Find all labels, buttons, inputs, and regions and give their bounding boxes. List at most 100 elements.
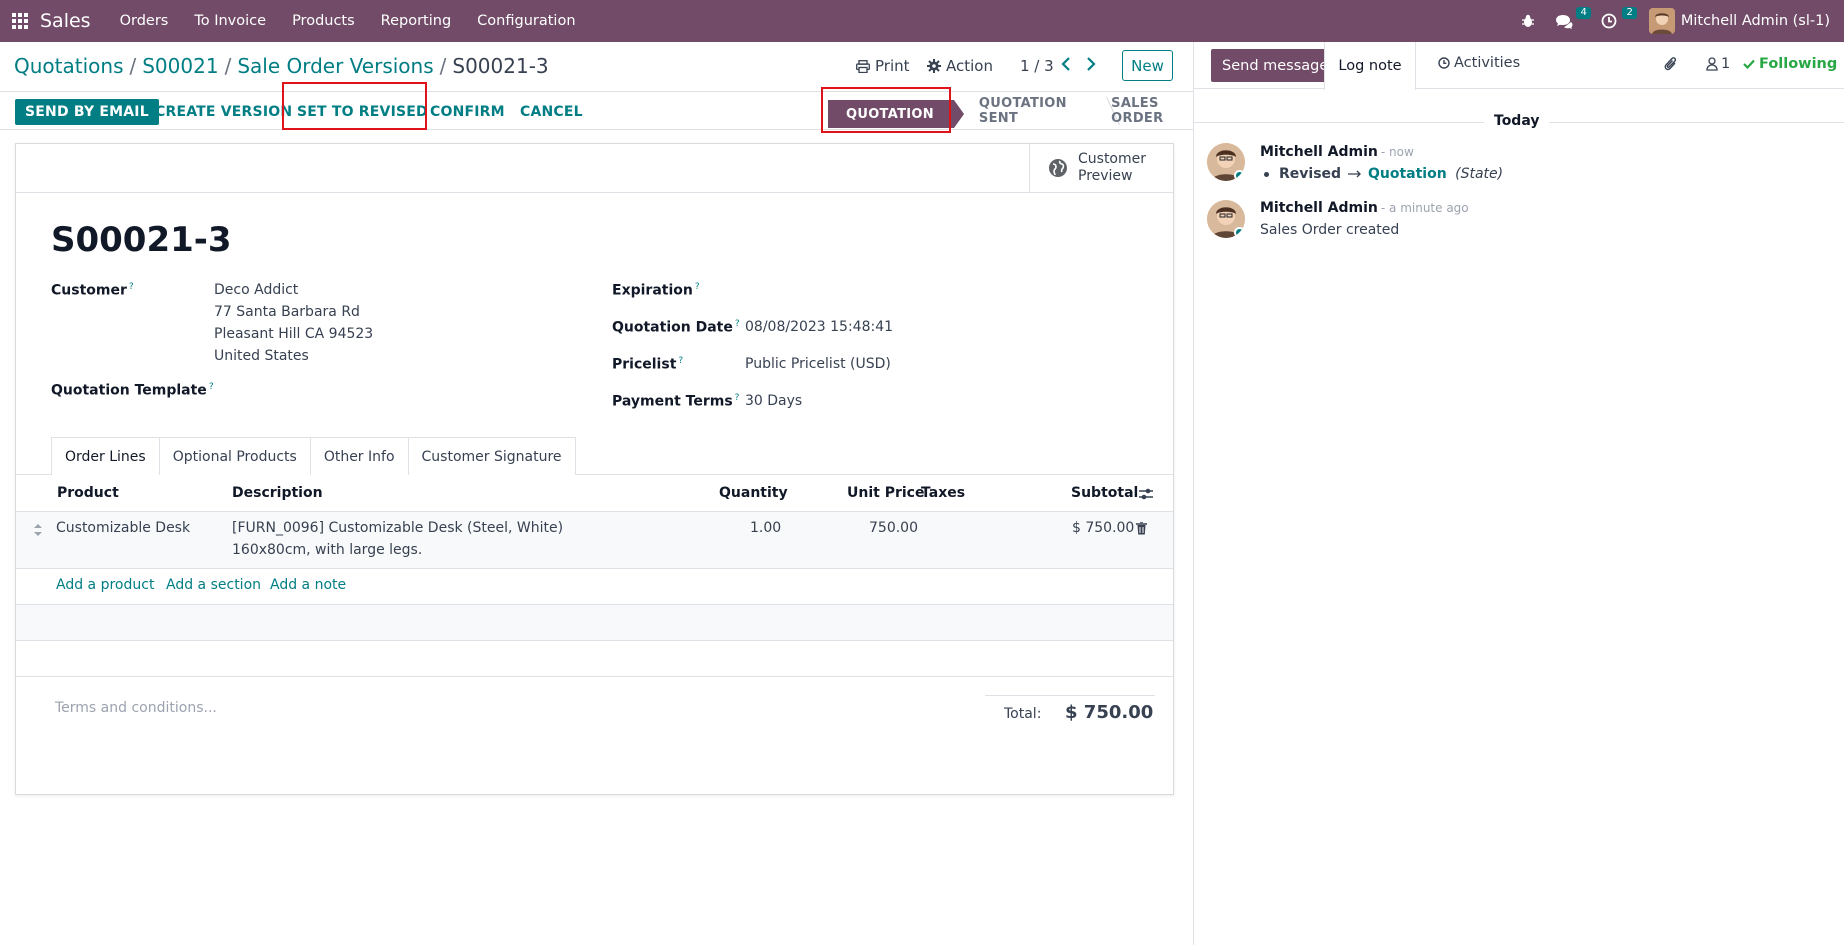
stage-sales-order[interactable]: SALES ORDER (1103, 92, 1193, 130)
help-tooltip-icon[interactable]: ? (735, 319, 740, 329)
following-button[interactable]: Following (1743, 56, 1837, 72)
today-label: Today (1484, 113, 1550, 129)
cell-description-line-1[interactable]: [FURN_0096] Customizable Desk (Steel, Wh… (232, 520, 563, 536)
log-note-button[interactable]: Log note (1324, 42, 1416, 90)
stage-divider (1092, 92, 1103, 130)
menu-configuration[interactable]: Configuration (464, 0, 588, 42)
add-product-link[interactable]: Add a product (56, 577, 154, 593)
payment-terms-field[interactable]: 30 Days (745, 390, 802, 412)
pager-previous-icon[interactable] (1061, 55, 1071, 76)
record-title: S00021-3 (51, 220, 232, 260)
debug-bug-icon[interactable] (1511, 0, 1545, 42)
column-description[interactable]: Description (232, 485, 323, 501)
confirm-button[interactable]: CONFIRM (430, 99, 505, 125)
pager-value[interactable]: 1 / 3 (1020, 57, 1054, 75)
drag-handle-icon[interactable] (34, 524, 42, 540)
highlight-box-quotation-stage (821, 87, 951, 133)
breadcrumb-s00021[interactable]: S00021 (142, 54, 218, 78)
tab-optional-products[interactable]: Optional Products (159, 437, 311, 475)
help-tooltip-icon[interactable]: ? (209, 382, 214, 392)
message-time: - now (1380, 145, 1414, 159)
customer-field[interactable]: Deco Addict 77 Santa Barbara Rd Pleasant… (214, 279, 373, 367)
messages-badge: 4 (1576, 7, 1591, 19)
tab-other-info[interactable]: Other Info (310, 437, 409, 475)
cell-product[interactable]: Customizable Desk (56, 520, 190, 536)
user-avatar (1648, 8, 1675, 34)
send-message-button[interactable]: Send message (1211, 49, 1340, 82)
clock-icon (1438, 57, 1450, 69)
help-tooltip-icon[interactable]: ? (735, 393, 740, 403)
chatter-panel: Send message Log note Activities 1 Follo… (1193, 42, 1844, 945)
apps-menu-icon[interactable] (2, 0, 38, 42)
cell-unit-price[interactable]: 750.00 (869, 520, 918, 536)
column-taxes[interactable]: Taxes (921, 485, 965, 501)
new-button[interactable]: New (1122, 50, 1173, 81)
customer-preview-label-2: Preview (1078, 168, 1133, 184)
quotation-template-label: Quotation Template? (51, 382, 214, 399)
terms-and-conditions-field[interactable]: Terms and conditions... (55, 700, 217, 716)
help-tooltip-icon[interactable]: ? (678, 356, 683, 366)
total-divider (985, 695, 1155, 696)
customer-label: Customer? (51, 282, 134, 299)
activities-label: Activities (1454, 55, 1521, 71)
message-author[interactable]: Mitchell Admin - now (1260, 144, 1414, 160)
column-subtotal[interactable]: Subtotal (1071, 485, 1138, 501)
column-quantity[interactable]: Quantity (719, 485, 788, 501)
menu-products[interactable]: Products (279, 0, 368, 42)
menu-to-invoice[interactable]: To Invoice (181, 0, 279, 42)
changed-field: (State) (1455, 166, 1504, 182)
empty-row (16, 605, 1173, 640)
user-icon (1706, 57, 1718, 71)
followers-button[interactable]: 1 (1706, 56, 1730, 72)
breadcrumb: Quotations / S00021/Sale Order Versions / S0… (14, 54, 549, 78)
avatar[interactable] (1207, 200, 1245, 238)
add-note-link[interactable]: Add a note (270, 577, 346, 593)
customer-preview-button[interactable]: Customer Preview (1029, 144, 1173, 192)
arrow-right-icon (1347, 166, 1366, 182)
tab-customer-signature[interactable]: Customer Signature (408, 437, 576, 475)
pager-next-icon[interactable] (1086, 55, 1096, 76)
column-unit-price[interactable]: Unit Price (847, 485, 924, 501)
stage-quotation-sent[interactable]: QUOTATION SENT (954, 92, 1082, 130)
help-tooltip-icon[interactable]: ? (695, 282, 700, 292)
quotation-date-field[interactable]: 08/08/2023 15:48:41 (745, 316, 893, 338)
tab-order-lines[interactable]: Order Lines (51, 437, 160, 475)
help-tooltip-icon[interactable]: ? (129, 282, 134, 292)
top-navbar: Sales Orders To Invoice Products Reporti… (0, 0, 1844, 42)
print-button[interactable]: Print (856, 57, 910, 75)
globe-icon (1049, 159, 1067, 177)
activities-button[interactable]: Activities (1438, 55, 1520, 71)
message-author[interactable]: Mitchell Admin - a minute ago (1260, 200, 1469, 216)
pricelist-field[interactable]: Public Pricelist (USD) (745, 353, 891, 375)
quotation-date-label: Quotation Date? (612, 319, 740, 336)
action-button[interactable]: Action (927, 57, 993, 75)
breadcrumb-separator: / (129, 54, 137, 78)
app-brand[interactable]: Sales (40, 10, 91, 32)
pricelist-label: Pricelist? (612, 356, 684, 373)
trash-icon[interactable] (1136, 521, 1147, 539)
avatar[interactable] (1207, 143, 1245, 181)
new-value: Quotation (1367, 166, 1447, 182)
create-version-button[interactable]: CREATE VERSION (155, 99, 292, 125)
menu-reporting[interactable]: Reporting (368, 0, 465, 42)
send-by-email-button[interactable]: SEND BY EMAIL (15, 99, 159, 125)
optional-columns-icon[interactable] (1138, 487, 1154, 505)
paperclip-icon[interactable] (1664, 56, 1678, 77)
activities-badge: 2 (1622, 7, 1637, 19)
online-status-dot (1234, 170, 1245, 181)
user-menu[interactable]: Mitchell Admin (sl-1) (1637, 0, 1844, 42)
customer-street: 77 Santa Barbara Rd (214, 304, 360, 320)
breadcrumb-quotations[interactable]: Quotations (14, 54, 123, 78)
customer-city: Pleasant Hill CA 94523 (214, 326, 374, 342)
menu-orders[interactable]: Orders (107, 0, 182, 42)
add-section-link[interactable]: Add a section (166, 577, 261, 593)
column-product[interactable]: Product (57, 485, 119, 501)
breadcrumb-sale-order-versions[interactable]: Sale Order Versions (237, 54, 433, 78)
cell-quantity[interactable]: 1.00 (750, 520, 781, 536)
messages-icon[interactable]: 4 (1545, 0, 1591, 42)
cancel-button[interactable]: CANCEL (520, 99, 583, 125)
total-label: Total: (1004, 706, 1042, 722)
activities-clock-icon[interactable]: 2 (1591, 0, 1637, 42)
cell-description-line-2[interactable]: 160x80cm, with large legs. (232, 542, 422, 558)
row-divider (16, 676, 1173, 677)
